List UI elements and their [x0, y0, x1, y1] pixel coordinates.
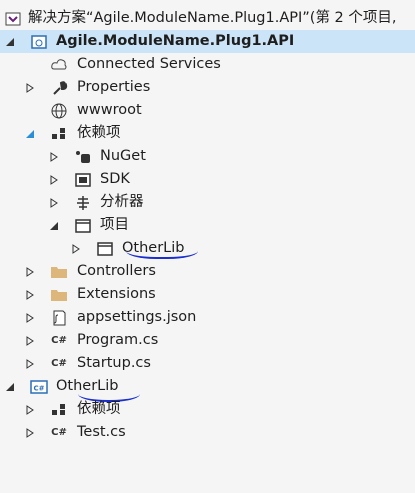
solution-node[interactable]: 解决方案“Agile.ModuleName.Plug1.API”(第 2 个项目… [0, 7, 415, 30]
dependencies-label: 依赖项 [77, 125, 121, 141]
expanded-arrow-icon[interactable] [4, 36, 16, 48]
otherlib-reference-node[interactable]: OtherLib [0, 237, 415, 260]
nuget-icon [74, 148, 92, 166]
properties-node[interactable]: Properties [0, 76, 415, 99]
test-label: Test.cs [77, 424, 126, 440]
properties-label: Properties [77, 79, 151, 95]
wrench-icon [50, 79, 68, 97]
connected-services-node[interactable]: Connected Services [0, 53, 415, 76]
program-label: Program.cs [77, 332, 159, 348]
cloud-icon [50, 56, 68, 74]
csharp-file-icon: C# [51, 335, 67, 346]
sdk-icon [74, 171, 92, 189]
startup-label: Startup.cs [77, 355, 151, 371]
csharp-file-icon: C# [51, 427, 67, 438]
controllers-label: Controllers [77, 263, 156, 279]
globe-icon [50, 102, 68, 120]
expanded-arrow-icon[interactable] [48, 220, 60, 232]
sdk-node[interactable]: SDK [0, 168, 415, 191]
nuget-node[interactable]: NuGet [0, 145, 415, 168]
otherlib-dependencies-node[interactable]: 依赖项 [0, 398, 415, 421]
extensions-folder[interactable]: Extensions [0, 283, 415, 306]
dependencies-icon [50, 401, 68, 419]
appsettings-label: appsettings.json [77, 309, 197, 325]
collapsed-arrow-icon[interactable] [24, 289, 36, 301]
collapsed-arrow-icon[interactable] [24, 358, 36, 370]
collapsed-arrow-icon[interactable] [48, 151, 60, 163]
expanded-arrow-icon[interactable] [24, 128, 36, 140]
solution-icon [4, 10, 22, 28]
otherlib-dependencies-label: 依赖项 [77, 401, 121, 417]
project-reference-icon [74, 217, 92, 235]
analyzers-node[interactable]: 分析器 [0, 191, 415, 214]
expanded-arrow-icon[interactable] [4, 381, 16, 393]
project-node-api[interactable]: Agile.ModuleName.Plug1.API [0, 30, 415, 53]
controllers-folder[interactable]: Controllers [0, 260, 415, 283]
collapsed-arrow-icon[interactable] [48, 197, 60, 209]
web-project-icon [30, 33, 48, 51]
project-reference-icon [96, 240, 114, 258]
collapsed-arrow-icon[interactable] [70, 243, 82, 255]
folder-icon [50, 263, 68, 281]
connected-services-label: Connected Services [77, 56, 221, 72]
analyzer-icon [74, 194, 92, 212]
wwwroot-label: wwwroot [77, 102, 142, 118]
projects-node[interactable]: 项目 [0, 214, 415, 237]
folder-icon [50, 286, 68, 304]
dependencies-icon [50, 125, 68, 143]
collapsed-arrow-icon[interactable] [24, 266, 36, 278]
program-file[interactable]: C# Program.cs [0, 329, 415, 352]
solution-label: 解决方案“Agile.ModuleName.Plug1.API”(第 2 个项目… [28, 10, 397, 26]
nuget-label: NuGet [100, 148, 146, 164]
dependencies-node[interactable]: 依赖项 [0, 122, 415, 145]
project-label: Agile.ModuleName.Plug1.API [56, 33, 295, 49]
extensions-label: Extensions [77, 286, 156, 302]
svg-text:C#: C# [33, 384, 44, 392]
csharp-project-icon: C# [30, 378, 48, 396]
appsettings-file[interactable]: appsettings.json [0, 306, 415, 329]
test-file[interactable]: C# Test.cs [0, 421, 415, 444]
collapsed-arrow-icon[interactable] [24, 404, 36, 416]
projects-label: 项目 [100, 217, 129, 233]
csharp-file-icon: C# [51, 358, 67, 369]
collapsed-arrow-icon[interactable] [24, 335, 36, 347]
analyzers-label: 分析器 [100, 194, 144, 210]
collapsed-arrow-icon[interactable] [48, 174, 60, 186]
wwwroot-node[interactable]: wwwroot [0, 99, 415, 122]
startup-file[interactable]: C# Startup.cs [0, 352, 415, 375]
sdk-label: SDK [100, 171, 130, 187]
collapsed-arrow-icon[interactable] [24, 427, 36, 439]
collapsed-arrow-icon[interactable] [24, 312, 36, 324]
collapsed-arrow-icon[interactable] [24, 82, 36, 94]
project-node-otherlib[interactable]: C# OtherLib [0, 375, 415, 398]
json-file-icon [50, 309, 68, 327]
